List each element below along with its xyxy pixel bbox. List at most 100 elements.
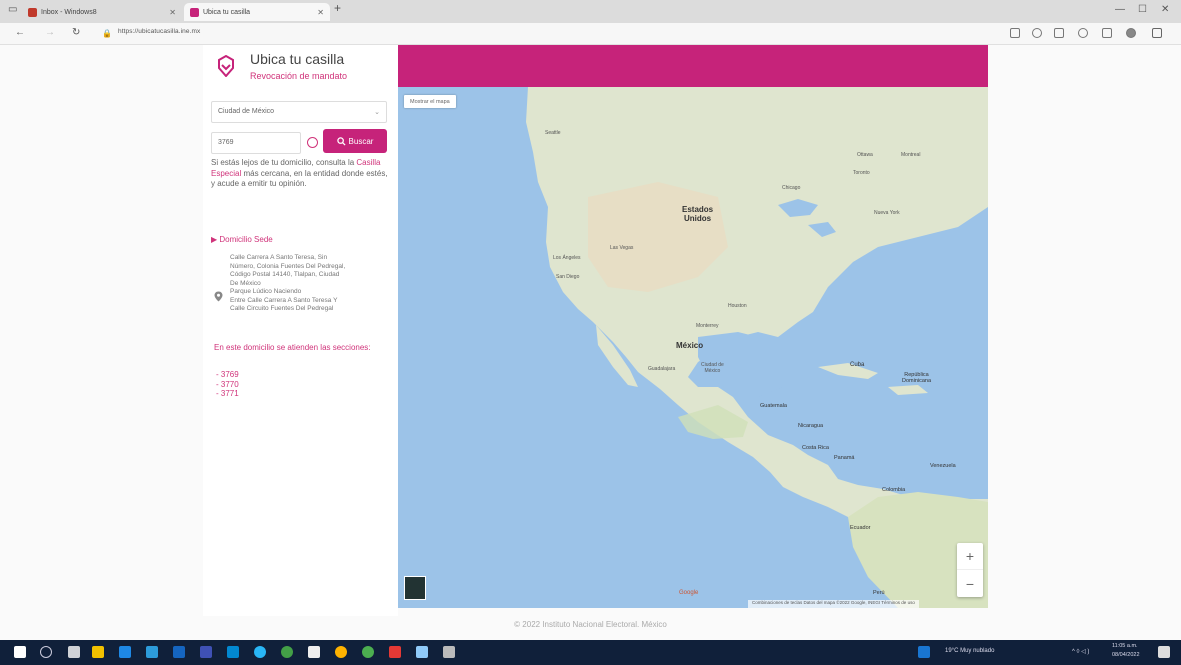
state-select[interactable]: Ciudad de México ⌄ (211, 101, 387, 123)
zoom-out-button[interactable]: − (957, 570, 983, 597)
mail-icon[interactable] (173, 646, 185, 658)
tab-title: Ubica tu casilla (203, 8, 251, 16)
address-block: Calle Carrera A Santo Teresa, Sin Número… (230, 254, 390, 314)
office-icon[interactable] (389, 646, 401, 658)
map-label-monterrey: Monterrey (696, 323, 719, 329)
map-label-venezuela: Venezuela (930, 463, 956, 469)
clock-date[interactable]: 08/04/2022 (1112, 652, 1140, 658)
lock-icon[interactable]: 🔒 (102, 29, 112, 38)
url-field[interactable]: https://ubicatucasilla.ine.mx (118, 28, 200, 35)
weather-status[interactable]: 19°C Muy nublado (945, 648, 994, 654)
browser-tab-ubica[interactable]: Ubica tu casilla ✕ (184, 3, 330, 21)
clock-time[interactable]: 11:05 a.m. (1112, 643, 1138, 649)
notifications-icon[interactable] (1158, 646, 1170, 658)
extensions-icon[interactable] (1054, 28, 1064, 38)
domicilio-sede-toggle[interactable]: ▶ Domicilio Sede (211, 235, 273, 244)
map-label-seattle: Seattle (545, 130, 561, 136)
favorites-icon[interactable] (1078, 28, 1088, 38)
forward-button[interactable]: → (45, 27, 55, 38)
reading-mode-icon[interactable] (1010, 28, 1020, 38)
windows-start-icon[interactable] (14, 646, 26, 658)
app-subtitle: Revocación de mandato (250, 71, 348, 81)
weather-widget-icon[interactable] (918, 646, 930, 658)
map-label-costa-rica: Costa Rica (802, 445, 829, 451)
map-pin-icon (214, 291, 223, 302)
map-panel[interactable]: Mostrar el mapa Estados Unidos México Cu… (398, 45, 988, 608)
history-icon[interactable] (307, 137, 318, 148)
task-view-icon[interactable] (68, 646, 80, 658)
map-label-guadalajara: Guadalajara (648, 366, 676, 372)
maximize-button[interactable]: ☐ (1138, 4, 1147, 15)
close-tab-icon[interactable]: ✕ (317, 8, 324, 17)
refresh-button[interactable]: ↻ (72, 27, 80, 38)
address-line: Calle Carrera A Santo Teresa, Sin (230, 254, 328, 261)
file-explorer-icon[interactable] (92, 646, 104, 658)
map-label-houston: Houston (728, 303, 747, 309)
address-line: Parque Lúdico Naciendo (230, 288, 302, 295)
zoom-in-button[interactable]: + (957, 543, 983, 570)
map-label-toronto: Toronto (853, 170, 870, 176)
calculator-icon[interactable] (308, 646, 320, 658)
address-line: Código Postal 14140, Tlalpan, Ciudad (230, 271, 340, 278)
address-line: Número, Colonia Fuentes Del Pedregal, (230, 262, 346, 270)
map-label-nicaragua: Nicaragua (798, 423, 824, 429)
section-item: - 3771 (216, 389, 239, 398)
tab-actions-icon[interactable]: ▭ (8, 4, 17, 15)
browser-tab-inbox[interactable]: Inbox - Windows8 ✕ (22, 3, 182, 21)
map-header-bar (398, 45, 988, 87)
folder-icon[interactable] (335, 646, 347, 658)
map-label-peru: Perú (873, 590, 885, 596)
address-line: Calle Circuito Fuentes Del Pedregal (230, 305, 334, 312)
word-icon[interactable] (416, 646, 428, 658)
sections-note: En este domicilio se atienden las seccio… (214, 343, 371, 352)
map-label-chicago: Chicago (782, 185, 801, 191)
state-select-value: Ciudad de México (218, 108, 275, 115)
help-text-start: Si estás lejos de tu domicilio, consulta… (211, 158, 357, 167)
minimize-button[interactable]: — (1115, 4, 1125, 15)
map-label-cuba: Cuba (850, 362, 865, 368)
search-icon (336, 136, 346, 146)
map-label-panama: Panamá (834, 455, 855, 461)
back-button[interactable]: ← (15, 27, 25, 38)
help-text: Si estás lejos de tu domicilio, consulta… (211, 158, 391, 190)
ine-logo-icon (218, 55, 234, 77)
windows-taskbar: 19°C Muy nublado ^ ◊ ◁ ) 11:05 a.m. 08/0… (0, 640, 1181, 665)
app-icon[interactable] (443, 646, 455, 658)
close-tab-icon[interactable]: ✕ (169, 8, 176, 17)
whatsapp-icon[interactable] (362, 646, 374, 658)
street-view-icon[interactable] (404, 576, 426, 600)
new-tab-button[interactable]: + (334, 1, 341, 15)
more-menu-icon[interactable] (1152, 28, 1162, 38)
map-label-colombia: Colombia (882, 487, 906, 493)
map-label-los-angeles: Los Ángeles (553, 255, 581, 261)
teams-icon[interactable] (227, 646, 239, 658)
section-input-value: 3769 (218, 139, 234, 146)
translate-icon[interactable] (1032, 28, 1042, 38)
ine-favicon-icon (190, 7, 199, 17)
search-icon[interactable] (40, 646, 52, 658)
chevron-down-icon: ⌄ (374, 109, 380, 116)
map-label-montreal: Montreal (901, 152, 921, 158)
map-label-las-vegas: Las Vegas (610, 245, 634, 251)
store-icon[interactable] (146, 646, 158, 658)
search-button-label: Buscar (348, 136, 374, 146)
edge-icon[interactable] (119, 646, 131, 658)
map-type-button[interactable]: Mostrar el mapa (404, 95, 456, 108)
app-title: Ubica tu casilla (250, 51, 345, 67)
collections-icon[interactable] (1102, 28, 1112, 38)
section-input[interactable]: 3769 (211, 132, 301, 154)
system-tray-icons[interactable]: ^ ◊ ◁ ) (1072, 648, 1089, 655)
photos-icon[interactable] (200, 646, 212, 658)
map-label-ecuador: Ecuador (850, 525, 871, 531)
chrome-icon[interactable] (254, 646, 266, 658)
xbox-icon[interactable] (281, 646, 293, 658)
map-attribution[interactable]: Combinaciones de teclas Datos del mapa ©… (748, 600, 919, 608)
address-bar: ← → ↻ 🔒 https://ubicatucasilla.ine.mx (0, 23, 1181, 45)
close-window-button[interactable]: ✕ (1161, 4, 1169, 15)
search-button[interactable]: Buscar (323, 129, 387, 153)
profile-avatar-icon[interactable] (1126, 28, 1136, 38)
address-line: De México (230, 279, 261, 287)
browser-tab-strip: ▭ Inbox - Windows8 ✕ Ubica tu casilla ✕ … (0, 0, 1181, 23)
mail-favicon-icon (28, 7, 37, 17)
map-label-estados-unidos: Estados Unidos (682, 205, 714, 223)
